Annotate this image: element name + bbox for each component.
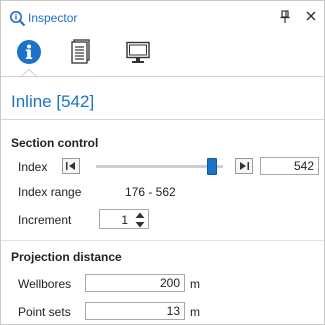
tab-document[interactable]	[59, 35, 103, 77]
skip-last-icon	[240, 162, 249, 170]
pointsets-label: Point sets	[18, 305, 71, 319]
skip-first-icon	[66, 162, 75, 170]
object-title: Inline [542]	[11, 92, 95, 111]
index-input[interactable]	[260, 157, 319, 175]
wellbores-label: Wellbores	[18, 277, 72, 291]
section-control-heading: Section control	[11, 136, 99, 150]
index-slider-track[interactable]	[96, 165, 223, 168]
section-divider	[1, 240, 324, 241]
pointsets-unit: m	[190, 305, 200, 319]
title-bar: Inspector	[1, 1, 324, 35]
projection-distance-heading: Projection distance	[11, 250, 122, 264]
window-title: Inspector	[28, 11, 78, 25]
inspector-panel: Inspector Inline [542] Section control I…	[0, 0, 325, 325]
pointsets-input[interactable]	[85, 302, 185, 320]
increment-stepper[interactable]: 1	[99, 209, 149, 229]
first-index-button[interactable]	[62, 158, 80, 174]
inspector-tabs	[1, 35, 324, 78]
pin-icon[interactable]	[280, 10, 290, 24]
wellbores-unit: m	[190, 277, 200, 291]
wellbores-input[interactable]	[85, 274, 185, 292]
tab-monitor[interactable]	[116, 35, 160, 77]
stepper-up-icon[interactable]	[135, 212, 145, 219]
increment-label: Increment	[18, 213, 72, 227]
stepper-down-icon[interactable]	[135, 221, 145, 228]
last-index-button[interactable]	[235, 158, 253, 174]
document-icon	[71, 39, 90, 64]
monitor-icon	[126, 41, 150, 63]
header-divider	[1, 119, 324, 120]
increment-value[interactable]: 1	[121, 213, 128, 227]
info-icon	[17, 40, 41, 64]
tab-separator	[1, 76, 324, 77]
index-label: Index	[18, 160, 48, 174]
index-slider-thumb[interactable]	[207, 158, 218, 175]
close-icon[interactable]	[306, 11, 316, 21]
index-range-label: Index range	[18, 185, 82, 199]
index-range-value: 176 - 562	[125, 185, 176, 199]
inspector-magnifier-icon	[10, 11, 26, 27]
